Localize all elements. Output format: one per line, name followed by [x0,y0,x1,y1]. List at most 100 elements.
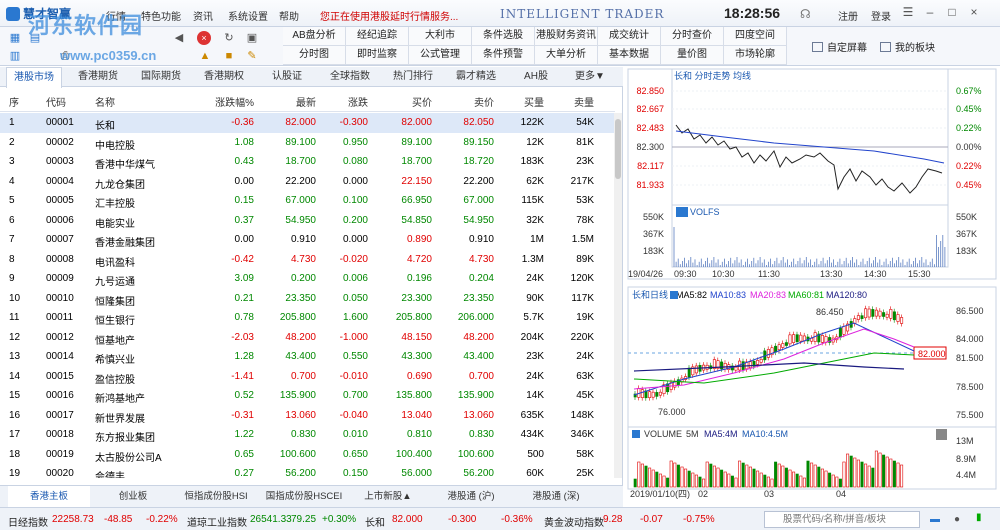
login-button[interactable]: 登录 [871,8,891,23]
market-tab[interactable]: 港股市场 [6,67,62,88]
function-button[interactable]: 公式管理 [409,46,472,65]
board-tab[interactable]: 恒指成份股HSI [176,486,256,507]
custom-screen-button[interactable]: 自定屏幕 [812,39,867,54]
market-tab[interactable]: 更多▼ [567,67,613,87]
function-button[interactable]: 条件选股 [472,27,535,46]
market-tab[interactable]: AH股 [511,67,561,87]
board-tab[interactable]: 国指成份股HSCEI [262,486,346,507]
market-tab[interactable]: 认股证 [259,67,315,87]
ticker-name[interactable]: 黄金波动指数 [544,514,604,529]
user-icon[interactable]: ● [954,514,960,525]
function-button[interactable]: 分时图 [283,46,346,65]
market-tab[interactable]: 香港期权 [196,67,252,87]
function-button[interactable]: 即时监察 [346,46,409,65]
ticker-name[interactable]: 道琼工业指数 [187,514,247,529]
function-button[interactable]: 基本数据 [598,46,661,65]
column-header-cell[interactable]: 买价 [412,94,432,109]
column-header-cell[interactable]: 涨跌幅% [215,94,254,109]
function-button[interactable]: 四度空间 [724,27,787,46]
maximize-icon[interactable]: □ [944,4,960,20]
table-cell-pct: 0.43 [234,156,254,167]
function-button[interactable]: 量价图 [661,46,724,65]
table-row[interactable]: 8 00008 电讯盈科 -0.42 4.730 -0.020 4.720 4.730 1.3M… [0,250,615,270]
table-cell-n: 17 [9,429,21,440]
table-row[interactable]: 1 00001 长和 -0.36 82.000 -0.300 82.000 82.050 122… [0,113,615,133]
column-header-cell[interactable]: 涨跌 [348,94,368,109]
menu-help[interactable]: 帮助 [279,8,299,23]
chart-area[interactable]: 长和 分时走势 均线 82.850 82.667 82.483 82.300 82.117… [624,67,1000,507]
function-button[interactable]: AB盘分析 [283,27,346,46]
table-row[interactable]: 13 00014 希慎兴业 1.28 43.400 0.550 43.300 43.400 23… [0,347,615,367]
table-row[interactable]: 18 00019 太古股份公司A 0.65 100.600 0.650 100.400 100… [0,445,615,465]
menu-features[interactable]: 特色功能 [141,8,181,23]
lock2-icon[interactable]: ■ [222,49,236,63]
table-row[interactable]: 3 00003 香港中华煤气 0.43 18.700 0.080 18.700 18.720 1… [0,152,615,172]
stop-icon[interactable]: × [197,31,211,45]
column-header-cell[interactable]: 最新 [296,94,316,109]
lock-icon[interactable]: ▲ [198,49,212,63]
function-button[interactable]: 经纪追踪 [346,27,409,46]
minimize-icon[interactable]: – [922,4,938,20]
table-row[interactable]: 5 00005 汇丰控股 0.15 67.000 0.100 66.950 67.000 115… [0,191,615,211]
function-button[interactable]: 大利市 [409,27,472,46]
column-header-cell[interactable]: 买量 [524,94,544,109]
cart-icon[interactable]: ▬ [930,514,940,525]
board-tab[interactable]: 创业板 [96,486,170,507]
menu-icon[interactable]: ☰ [900,4,916,20]
table-cell-pct: -0.42 [231,253,254,265]
table-cell-chg: -0.020 [339,253,368,265]
function-button[interactable]: 大单分析 [535,46,598,65]
save-icon[interactable]: ▣ [245,31,259,45]
table-row[interactable]: 4 00004 九龙仓集团 0.00 22.200 0.000 22.150 22.200 62… [0,172,615,192]
table-row[interactable]: 2 00002 中电控股 1.08 89.100 0.950 89.100 89.150 12K… [0,133,615,153]
my-sector-button[interactable]: 我的板块 [880,39,935,54]
column-header-cell[interactable]: 名称 [95,94,115,109]
scrollbar-thumb[interactable] [615,119,621,179]
market-tab[interactable]: 香港期货 [70,67,126,87]
market-tab[interactable]: 霸才精选 [448,67,504,87]
function-button[interactable]: 港股财务资讯 [535,27,598,46]
pencil-icon[interactable]: ✎ [245,49,259,63]
function-button[interactable]: 成交统计 [598,27,661,46]
market-tab[interactable]: 国际期货 [133,67,189,87]
table-row[interactable]: 19 00020 会德丰 0.27 56.200 0.150 56.000 56.200 60K… [0,464,615,478]
board-tab[interactable]: 港股通 (沪) [432,486,510,507]
table-row[interactable]: 9 00009 九号运通 3.09 0.200 0.006 0.196 0.204 24K 120… [0,269,615,289]
column-header-cell[interactable]: 代码 [46,94,66,109]
headset-icon[interactable]: ☊ [800,7,813,21]
column-header-cell[interactable]: 序 [9,94,19,109]
table-row[interactable]: 11 00011 恒生银行 0.78 205.800 1.600 205.800 206.00… [0,308,615,328]
function-button[interactable]: 市场轮廓 [724,46,787,65]
table-row[interactable]: 17 00018 东方报业集团 1.22 0.830 0.010 0.810 0.830 434… [0,425,615,445]
ticker-name[interactable]: 长和 [365,514,385,529]
market-tab[interactable]: 热门排行 [385,67,441,87]
table-row[interactable]: 14 00015 盈信控股 -1.41 0.700 -0.010 0.690 0.700 24K… [0,367,615,387]
menu-news[interactable]: 资讯 [193,8,213,23]
ticker-name[interactable]: 日经指数 [8,514,48,529]
table-cell-pct: 0.78 [234,312,254,323]
function-button[interactable]: 条件预警 [472,46,535,65]
kline-volume-bar [860,461,864,488]
vertical-scrollbar[interactable] [614,113,622,478]
table-row[interactable]: 15 00016 新鸿基地产 0.52 135.900 0.700 135.800 135.9… [0,386,615,406]
search-input[interactable] [764,511,920,528]
menu-settings[interactable]: 系统设置 [228,8,268,23]
table-row[interactable]: 16 00017 新世界发展 -0.31 13.060 -0.040 13.040 13.06… [0,406,615,426]
column-header-cell[interactable]: 卖价 [474,94,494,109]
board-tab[interactable]: 上市新股▲ [350,486,426,507]
grid-icon[interactable]: ▦ [8,31,22,45]
table-row[interactable]: 6 00006 电能实业 0.37 54.950 0.200 54.850 54.950 32K… [0,211,615,231]
chart-icon[interactable]: ▥ [8,49,22,63]
back-icon[interactable]: ◀ [172,31,186,45]
refresh-icon[interactable]: ↻ [222,31,236,45]
register-button[interactable]: 注册 [838,8,858,23]
board-tab[interactable]: 港股通 (深) [516,486,596,507]
function-button[interactable]: 分时查价 [661,27,724,46]
market-tab[interactable]: 全球指数 [322,67,378,87]
table-row[interactable]: 7 00007 香港金融集团 0.00 0.910 0.000 0.890 0.910 1M 1.… [0,230,615,250]
board-tab[interactable]: 香港主板 [8,486,90,507]
table-row[interactable]: 12 00012 恒基地产 -2.03 48.200 -1.000 48.150 48.200… [0,328,615,348]
close-icon[interactable]: × [966,4,982,20]
table-row[interactable]: 10 00010 恒隆集团 0.21 23.350 0.050 23.300 23.350 90… [0,289,615,309]
column-header-cell[interactable]: 卖量 [574,94,594,109]
